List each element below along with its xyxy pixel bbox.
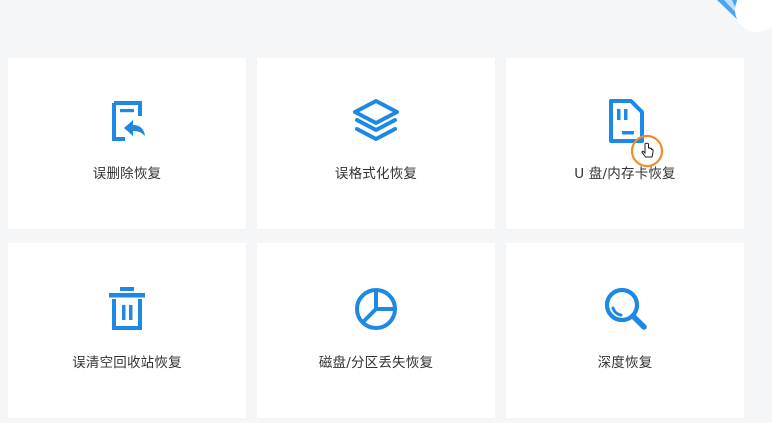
corner-logo-icon [717,0,772,32]
card-recycle-bin-recovery[interactable]: 误清空回收站恢复 [8,243,246,418]
recovery-options-grid: 误删除恢复 误格式化恢复 U 盘/内存卡恢复 误清空回收站恢复 磁盘/分区丢失恢… [8,58,744,418]
card-label: 误删除恢复 [92,166,162,182]
card-label: 误清空回收站恢复 [72,355,182,371]
card-label: U 盘/内存卡恢复 [574,166,676,182]
card-label: 误格式化恢复 [334,166,418,182]
file-restore-icon [102,96,152,146]
magnifier-icon [600,283,650,333]
card-deleted-recovery[interactable]: 误删除恢复 [8,58,246,229]
card-format-recovery[interactable]: 误格式化恢复 [257,58,495,229]
layers-icon [351,96,401,146]
card-usb-sd-recovery[interactable]: U 盘/内存卡恢复 [506,58,744,229]
sd-card-icon [600,96,650,146]
card-partition-recovery[interactable]: 磁盘/分区丢失恢复 [257,243,495,418]
card-label: 磁盘/分区丢失恢复 [318,355,434,371]
trash-icon [102,283,152,333]
card-deep-recovery[interactable]: 深度恢复 [506,243,744,418]
card-label: 深度恢复 [597,355,653,371]
pie-chart-icon [351,283,401,333]
